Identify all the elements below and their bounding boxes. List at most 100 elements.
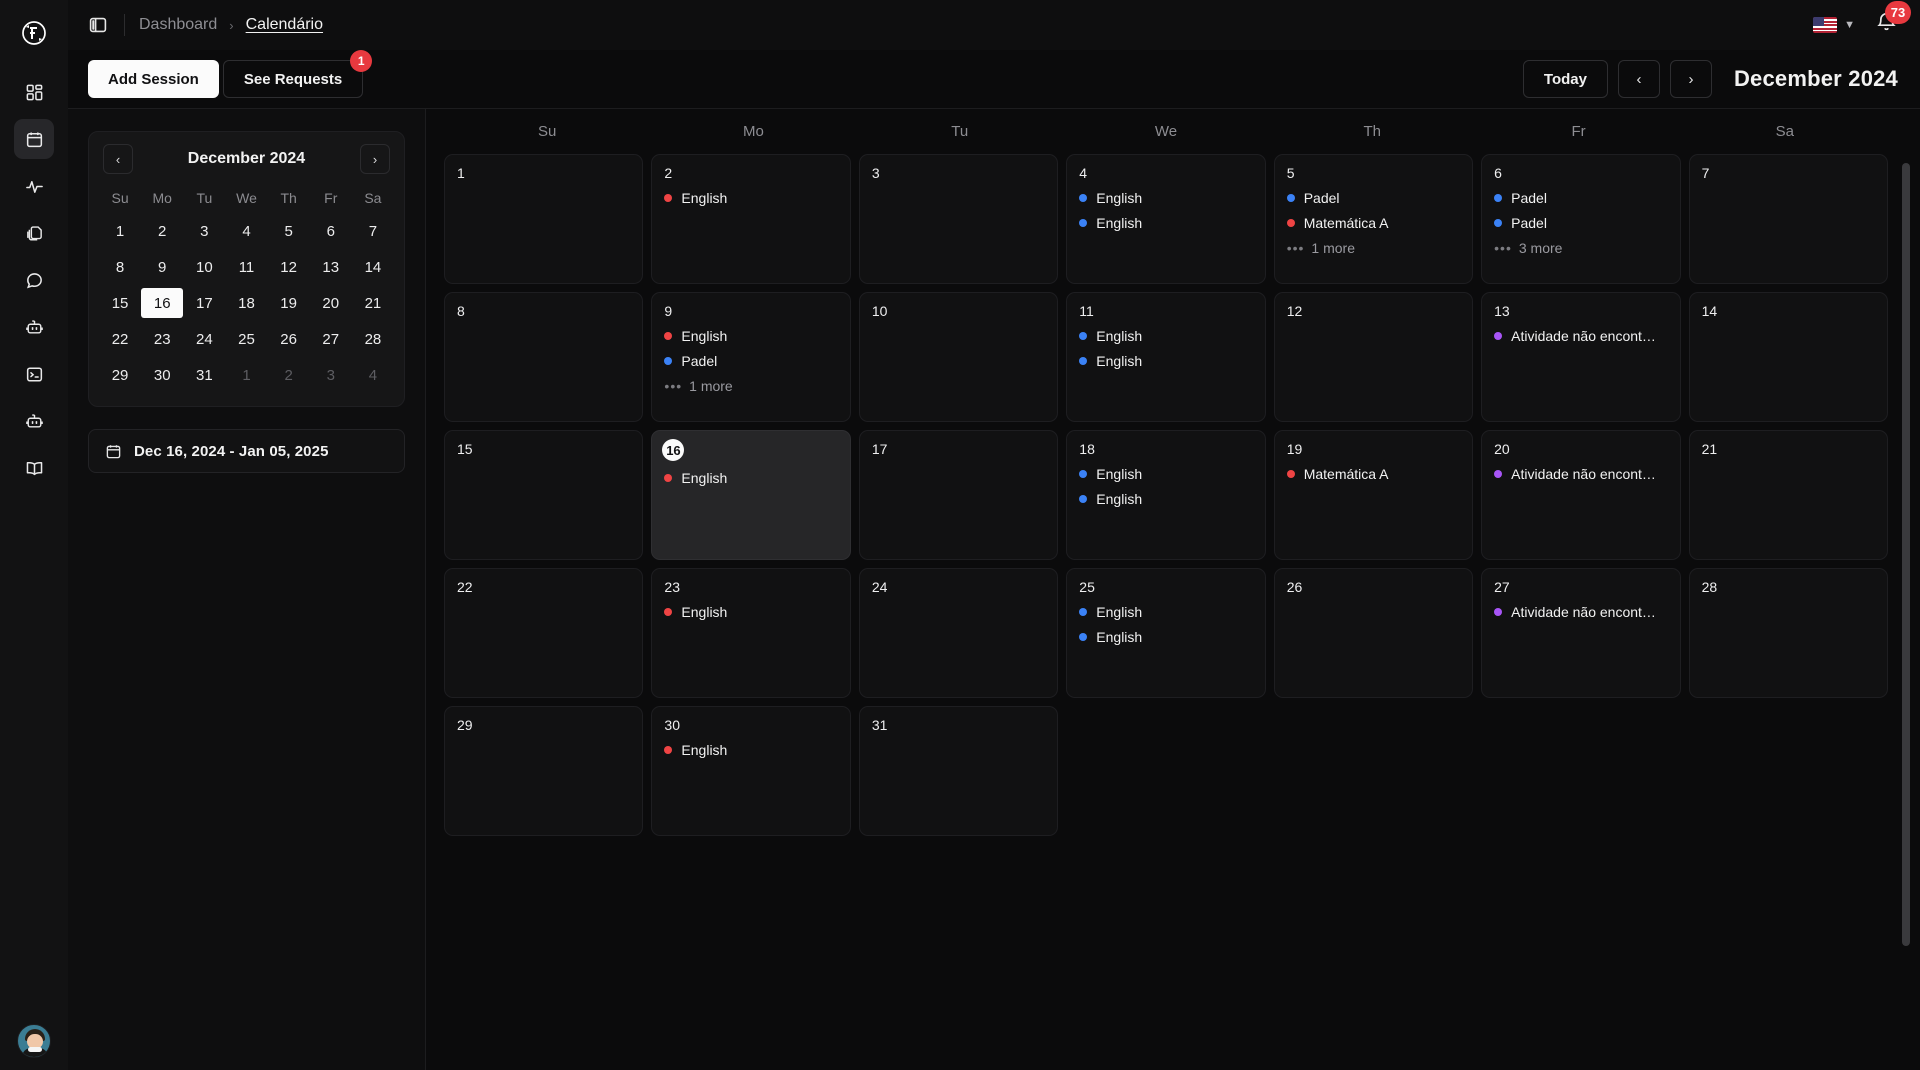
calendar-more-events-link[interactable]: ••• 1 more [1287,240,1460,256]
mini-calendar-day-6[interactable]: 6 [310,216,352,246]
calendar-day-cell-30[interactable]: 30 English [651,706,851,836]
mini-calendar-day-13[interactable]: 13 [310,252,352,282]
sidebar-item-assistant[interactable] [14,307,54,347]
mini-calendar-prev-button[interactable]: ‹ [103,144,133,174]
mini-calendar-day-7[interactable]: 7 [352,216,394,246]
mini-calendar-day-29[interactable]: 29 [99,360,141,390]
calendar-day-cell-6[interactable]: 6 Padel Padel ••• 3 more [1481,154,1681,284]
mini-calendar-day-24[interactable]: 24 [183,324,225,354]
sidebar-item-messages[interactable] [14,260,54,300]
calendar-more-events-link[interactable]: ••• 1 more [664,378,837,394]
calendar-event[interactable]: Padel [1494,215,1667,231]
calendar-day-cell-26[interactable]: 26 [1273,568,1474,698]
user-avatar[interactable] [17,1024,51,1058]
see-requests-button[interactable]: See Requests [222,60,364,98]
calendar-day-cell-17[interactable]: 17 [858,430,1059,560]
mini-calendar-day-23[interactable]: 23 [141,324,183,354]
calendar-event[interactable]: English [664,190,837,206]
calendar-event[interactable]: English [1079,466,1252,482]
sidebar-item-files[interactable] [14,213,54,253]
calendar-event[interactable]: English [1079,328,1252,344]
calendar-event[interactable]: Atividade não encont… [1494,466,1667,482]
calendar-day-cell-22[interactable]: 22 [444,568,644,698]
mini-calendar-day-20[interactable]: 20 [310,288,352,318]
calendar-event[interactable]: English [664,742,837,758]
mini-calendar-day-17[interactable]: 17 [183,288,225,318]
calendar-event[interactable]: Padel [1494,190,1667,206]
calendar-day-cell-25[interactable]: 25 English English [1066,568,1266,698]
calendar-event[interactable]: English [1079,604,1252,620]
calendar-day-cell-3[interactable]: 3 [858,154,1059,284]
calendar-event[interactable]: Matemática A [1286,215,1460,231]
calendar-event[interactable]: English [1079,190,1252,206]
mini-calendar-day-15[interactable]: 15 [99,288,141,318]
calendar-more-events-link[interactable]: ••• 3 more [1494,240,1667,256]
calendar-day-cell-7[interactable]: 7 [1688,154,1888,284]
sidebar-panel-toggle-icon[interactable] [86,13,110,37]
calendar-event[interactable]: Matemática A [1286,466,1460,482]
calendar-day-cell-23[interactable]: 23 English [651,568,851,698]
calendar-day-cell-31[interactable]: 31 [858,706,1059,836]
calendar-event[interactable]: English [1079,491,1252,507]
language-selector[interactable]: ▼ [1813,17,1855,33]
next-month-button[interactable]: › [1669,60,1712,98]
mini-calendar-day-25[interactable]: 25 [225,324,267,354]
calendar-day-cell-4[interactable]: 4 English English [1066,154,1266,284]
calendar-day-cell-27[interactable]: 27 Atividade não encont… [1481,568,1681,698]
calendar-day-cell-2[interactable]: 2 English [651,154,851,284]
mini-calendar-day-10[interactable]: 10 [183,252,225,282]
calendar-event[interactable]: English [1079,353,1252,369]
mini-calendar-day-16[interactable]: 16 [141,288,184,318]
calendar-event[interactable]: Padel [664,353,837,369]
calendar-day-cell-24[interactable]: 24 [858,568,1059,698]
calendar-day-cell-9[interactable]: 9 English Padel ••• 1 more [651,292,851,422]
mini-calendar-day-3[interactable]: 3 [183,216,225,246]
calendar-event[interactable]: Padel [1286,190,1460,206]
mini-calendar-day-22[interactable]: 22 [99,324,141,354]
calendar-day-cell-29[interactable]: 29 [444,706,644,836]
sidebar-item-calendar[interactable] [14,119,54,159]
sidebar-item-library[interactable] [14,448,54,488]
calendar-scrollbar-thumb[interactable] [1902,163,1910,946]
mini-calendar-day-18[interactable]: 18 [225,288,267,318]
calendar-day-cell-11[interactable]: 11 English English [1066,292,1266,422]
calendar-event[interactable]: Atividade não encont… [1494,604,1667,620]
calendar-day-cell-12[interactable]: 12 [1273,292,1474,422]
app-logo[interactable] [11,10,57,56]
mini-calendar-day-26[interactable]: 26 [268,324,310,354]
mini-calendar-day-30[interactable]: 30 [141,360,183,390]
sidebar-item-terminal[interactable] [14,354,54,394]
mini-calendar-day-31[interactable]: 31 [183,360,225,390]
mini-calendar-day-11[interactable]: 11 [225,252,267,282]
mini-calendar-day-1[interactable]: 1 [225,360,267,390]
mini-calendar-day-9[interactable]: 9 [141,252,183,282]
mini-calendar-next-button[interactable]: › [359,144,390,174]
calendar-day-cell-21[interactable]: 21 [1688,430,1888,560]
sidebar-item-agents[interactable] [14,401,54,441]
calendar-day-cell-16[interactable]: 16 English [651,430,851,560]
mini-calendar-day-4[interactable]: 4 [225,216,267,246]
calendar-event[interactable]: English [664,604,837,620]
prev-month-button[interactable]: ‹ [1617,60,1660,98]
mini-calendar-day-2[interactable]: 2 [141,216,183,246]
calendar-event[interactable]: English [664,470,837,486]
calendar-event[interactable]: English [1079,629,1252,645]
mini-calendar-day-12[interactable]: 12 [268,252,310,282]
calendar-day-cell-19[interactable]: 19 Matemática A [1273,430,1474,560]
mini-calendar-day-28[interactable]: 28 [352,324,394,354]
add-session-button[interactable]: Add Session [88,60,219,98]
calendar-scrollbar[interactable] [1902,163,1910,1014]
calendar-day-cell-15[interactable]: 15 [444,430,644,560]
mini-calendar-day-19[interactable]: 19 [268,288,310,318]
calendar-day-cell-10[interactable]: 10 [858,292,1059,422]
mini-calendar-day-3[interactable]: 3 [310,360,352,390]
calendar-day-cell-1[interactable]: 1 [444,154,644,284]
date-range-field[interactable]: Dec 16, 2024 - Jan 05, 2025 [88,429,405,473]
mini-calendar-day-2[interactable]: 2 [268,360,310,390]
calendar-day-cell-20[interactable]: 20 Atividade não encont… [1481,430,1681,560]
calendar-day-cell-18[interactable]: 18 English English [1066,430,1266,560]
calendar-day-cell-8[interactable]: 8 [444,292,644,422]
calendar-event[interactable]: English [664,328,837,344]
sidebar-item-dashboard[interactable] [14,72,54,112]
mini-calendar-day-14[interactable]: 14 [352,252,394,282]
